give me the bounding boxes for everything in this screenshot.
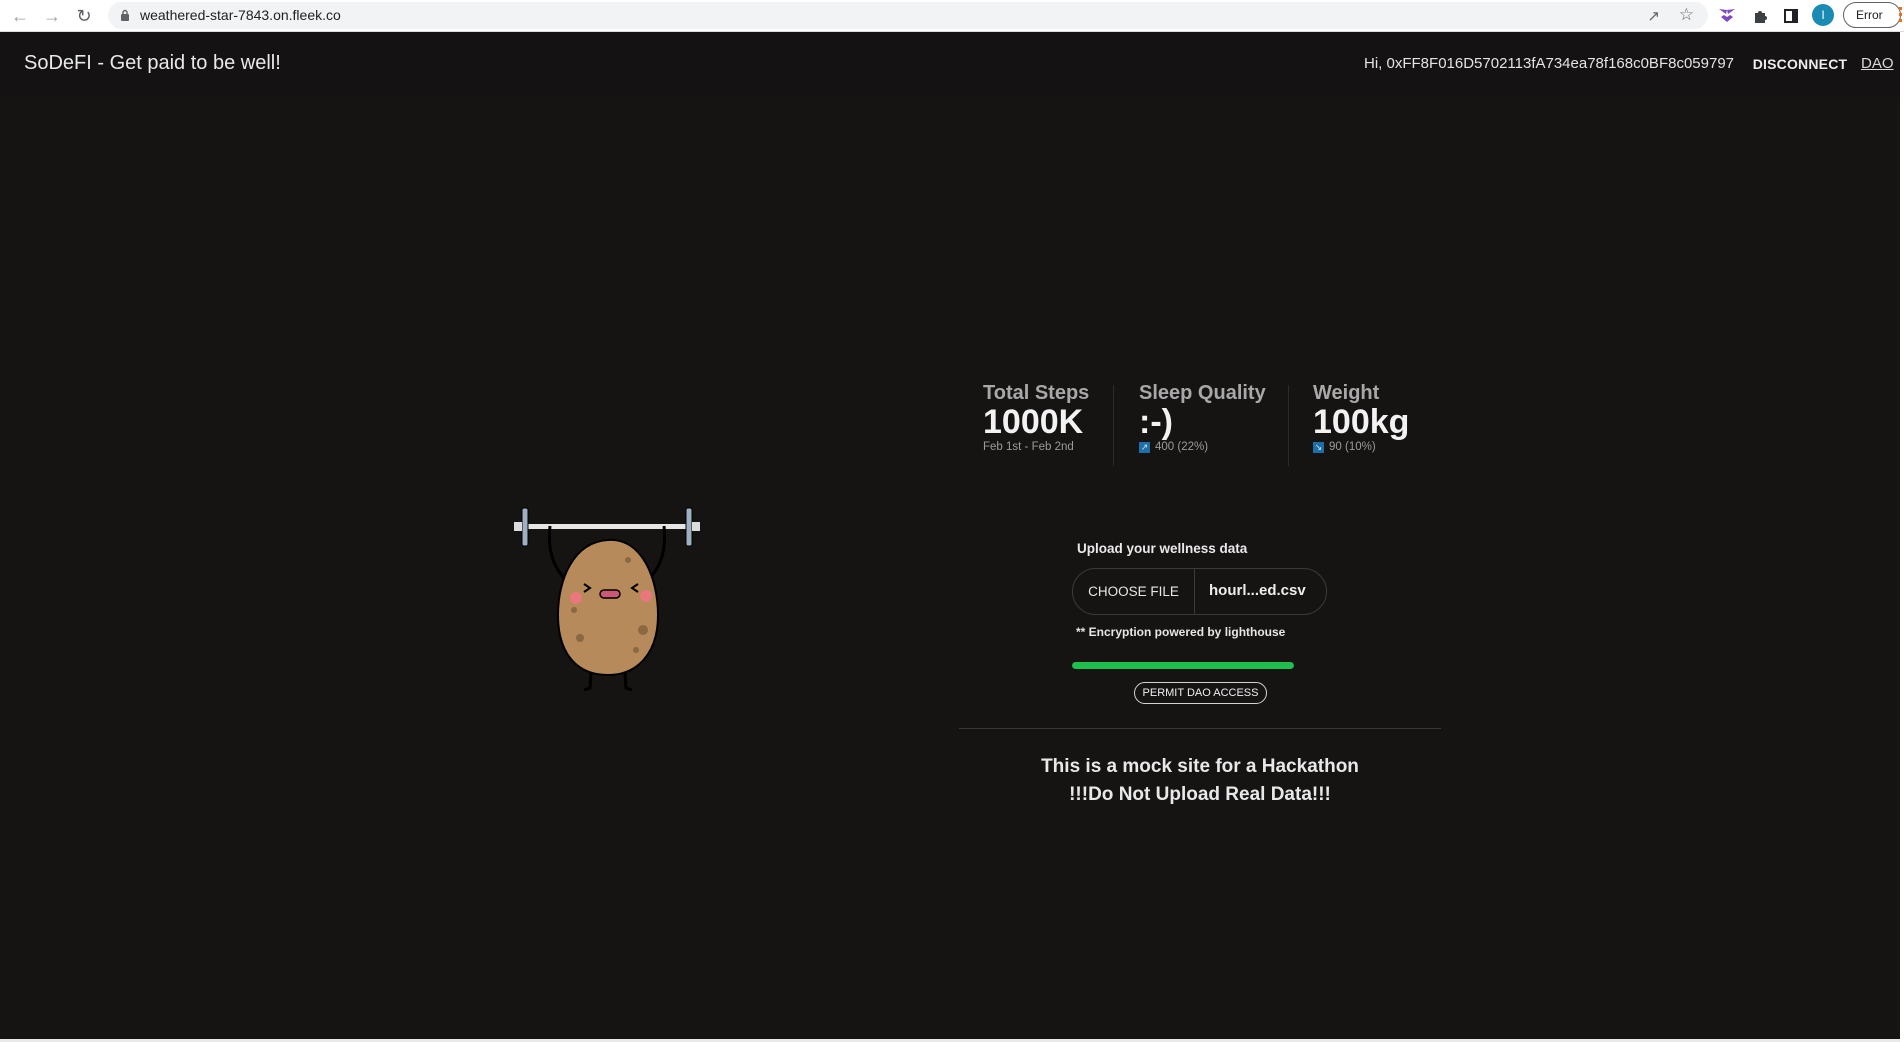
app-header: SoDeFI - Get paid to be well! Hi, 0xFF8F… (0, 32, 1900, 97)
upload-progress-fill (1072, 662, 1294, 669)
file-input[interactable]: CHOOSE FILE hourl...ed.csv (1072, 568, 1327, 615)
stat-title: Weight (1313, 382, 1380, 404)
bookmark-star-icon[interactable]: ☆ (1679, 5, 1694, 25)
dao-link[interactable]: DAO (1861, 55, 1894, 72)
trend-down-icon: ↘ (1313, 441, 1324, 453)
error-label: Error (1856, 8, 1883, 22)
stat-value: 100kg (1313, 403, 1410, 441)
scrollbar-track[interactable] (1900, 32, 1904, 1042)
metamask-fox-icon[interactable] (1716, 5, 1738, 27)
browser-error-button[interactable]: Error (1843, 2, 1902, 28)
upload-label: Upload your wellness data (1077, 541, 1248, 556)
extensions-puzzle-icon[interactable] (1749, 5, 1771, 27)
stat-divider (1288, 385, 1289, 466)
lock-icon (121, 9, 129, 21)
choose-file-button[interactable]: CHOOSE FILE (1073, 569, 1195, 614)
profile-avatar[interactable]: I (1812, 4, 1834, 26)
encryption-note: ** Encryption powered by lighthouse (1076, 625, 1286, 639)
trend-up-icon: ↗ (1139, 441, 1150, 453)
wallet-greeting: Hi, 0xFF8F016D5702113fA734ea78f168c0BF8c… (1364, 55, 1734, 72)
menu-dots-icon[interactable] (1899, 7, 1902, 23)
forward-icon[interactable]: → (40, 4, 64, 28)
reload-icon[interactable]: ↻ (72, 4, 96, 28)
section-divider (959, 728, 1441, 729)
share-icon[interactable]: ↗ (1647, 7, 1660, 25)
stat-desc: Feb 1st - Feb 2nd (983, 441, 1074, 453)
mock-site-notice: This is a mock site for a Hackathon !!!D… (959, 753, 1441, 809)
upload-progress-bar (1072, 662, 1294, 669)
browser-toolbar: ← → ↻ weathered-star-7843.on.fleek.co ↗ … (0, 0, 1904, 32)
stat-title: Total Steps (983, 382, 1090, 404)
permit-dao-access-button[interactable]: PERMIT DAO ACCESS (1134, 682, 1267, 704)
back-icon[interactable]: ← (8, 4, 32, 28)
stat-divider (1113, 385, 1114, 466)
stat-value: :-) (1139, 403, 1173, 441)
side-panel-icon[interactable] (1780, 5, 1802, 27)
potato-weightlifter-illustration (514, 507, 700, 692)
address-bar[interactable]: weathered-star-7843.on.fleek.co ↗ ☆ (108, 2, 1708, 29)
app-root: SoDeFI - Get paid to be well! Hi, 0xFF8F… (0, 32, 1904, 1042)
notice-line-1: This is a mock site for a Hackathon (1041, 756, 1359, 777)
stat-value: 1000K (983, 403, 1084, 441)
brand-title: SoDeFI - Get paid to be well! (24, 52, 281, 74)
stat-title: Sleep Quality (1139, 382, 1266, 404)
stat-desc: ↗ 400 (22%) (1139, 441, 1209, 453)
notice-line-2: !!!Do Not Upload Real Data!!! (1069, 784, 1331, 805)
url-text: weathered-star-7843.on.fleek.co (140, 7, 341, 23)
disconnect-button[interactable]: DISCONNECT (1745, 46, 1855, 82)
selected-file-name: hourl...ed.csv (1209, 582, 1306, 599)
stat-desc: ↘ 90 (10%) (1313, 441, 1376, 453)
